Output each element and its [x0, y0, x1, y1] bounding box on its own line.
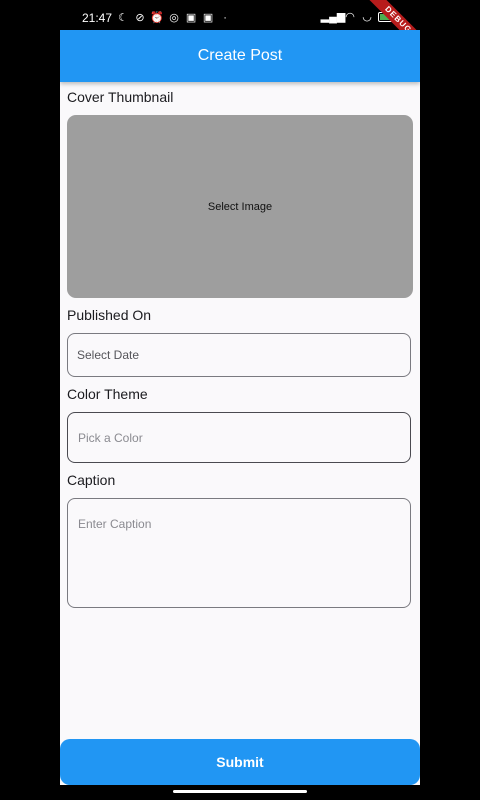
- date-placeholder: Select Date: [77, 348, 140, 362]
- submit-label: Submit: [216, 754, 264, 770]
- game-icon: ▣: [185, 12, 197, 24]
- wifi-icon: ◡: [362, 11, 372, 23]
- signal-icon: ▂▄▆: [320, 11, 346, 23]
- status-bar: 21:47 ☾ ⊘ ⏰ ◎ ▣ ▣ · ▂▄▆ ◠ ◡: [60, 0, 420, 30]
- select-image-button[interactable]: Select Image: [67, 115, 413, 298]
- status-right: ▂▄▆ ◠ ◡: [320, 11, 398, 23]
- app-screen: Create Post Cover Thumbnail Select Image…: [60, 30, 420, 785]
- submit-button[interactable]: Submit: [60, 739, 420, 785]
- alarm-icon: ⏰: [150, 12, 164, 24]
- color-placeholder: Pick a Color: [78, 430, 143, 445]
- signal-icon-2: ◠: [345, 11, 355, 23]
- select-image-label: Select Image: [207, 200, 273, 213]
- date-field[interactable]: Select Date: [67, 333, 411, 377]
- page-title: Create Post: [197, 47, 283, 64]
- home-indicator[interactable]: [173, 790, 307, 793]
- game-icon-2: ▣: [202, 12, 214, 24]
- cover-thumbnail-label: Cover Thumbnail: [67, 89, 174, 105]
- status-time: 21:47: [82, 11, 113, 25]
- caption-placeholder: Enter Caption: [78, 517, 152, 531]
- whatsapp-icon: ◎: [169, 12, 179, 24]
- caption-label: Caption: [67, 472, 116, 488]
- battery-icon: [378, 12, 398, 22]
- dot-icon: ·: [223, 12, 227, 24]
- color-field[interactable]: Pick a Color: [67, 412, 411, 463]
- app-bar: Create Post: [60, 30, 420, 82]
- color-theme-label: Color Theme: [67, 386, 148, 402]
- published-on-label: Published On: [67, 307, 152, 323]
- moon-icon: ☾: [118, 12, 128, 24]
- status-left: 21:47 ☾ ⊘ ⏰ ◎ ▣ ▣ ·: [82, 11, 231, 25]
- caption-field[interactable]: Enter Caption: [67, 498, 411, 608]
- mute-icon: ⊘: [135, 12, 145, 24]
